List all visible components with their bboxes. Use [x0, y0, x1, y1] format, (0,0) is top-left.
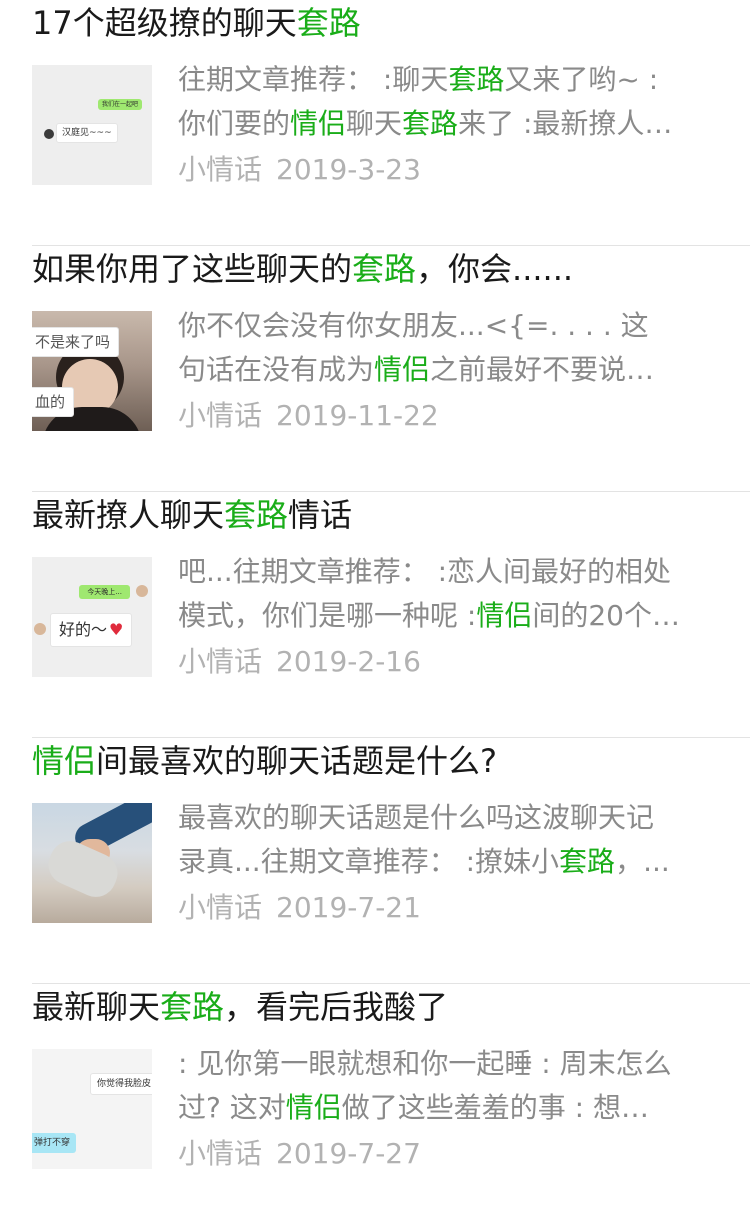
- article-meta: 小情话 2019-7-21: [178, 888, 421, 928]
- avatar-icon: [44, 129, 54, 139]
- article-date: 2019-3-23: [276, 153, 421, 186]
- article-thumbnail[interactable]: 你觉得我脸皮弹打不穿: [32, 1049, 152, 1169]
- white-chat-bubble: 不是来了吗: [32, 327, 120, 357]
- text-segment: 间最喜欢的聊天话题是什么?: [96, 742, 498, 780]
- highlight-keyword: 情侣: [290, 107, 347, 140]
- text-segment: 往期文章推荐： :聊天: [178, 63, 449, 96]
- text-segment: 间的20个…: [532, 599, 680, 632]
- text-segment: 之前最好不要说…: [430, 353, 655, 386]
- description-line: 过? 这对情侣做了这些羞羞的事 : 想…: [178, 1086, 738, 1130]
- article-title[interactable]: 情侣间最喜欢的聊天话题是什么?: [32, 738, 732, 784]
- description-line: 模式，你们是哪一种呢 :情侣间的20个…: [178, 594, 738, 638]
- highlight-keyword: 套路: [402, 107, 459, 140]
- article-title[interactable]: 17个超级撩的聊天套路: [32, 0, 732, 46]
- text-segment: 吧...往期文章推荐： :恋人间最好的相处: [178, 555, 672, 588]
- text-segment: 你不仅会没有你女朋友...<{=. . . . 这: [178, 309, 649, 342]
- text-segment: 情话: [288, 496, 353, 534]
- sleeve-shape: [42, 834, 124, 904]
- article-description: : 见你第一眼就想和你一起睡 : 周末怎么 过? 这对情侣做了这些羞羞的事 : 想…: [178, 1042, 738, 1130]
- white-chat-bubble: 血的: [32, 387, 75, 417]
- avatar-icon: [34, 623, 46, 635]
- text-segment: 最新聊天: [32, 988, 161, 1026]
- description-line: 录真...往期文章推荐： :撩妹小套路，...: [178, 840, 738, 884]
- text-segment: 最新撩人聊天: [32, 496, 225, 534]
- white-chat-bubble: 你觉得我脸皮: [90, 1073, 152, 1095]
- article-thumbnail[interactable]: 我们在一起吧汉庭见~~~: [32, 65, 152, 185]
- text-segment: 录真...往期文章推荐： :撩妹小: [178, 845, 560, 878]
- article-item[interactable]: 如果你用了这些聊天的套路，你会...... 不是来了吗 血的 你不仅会没有你女朋友..…: [32, 246, 750, 492]
- highlight-keyword: 套路: [224, 496, 289, 534]
- article-description: 往期文章推荐： :聊天套路又来了哟~ : 你们要的情侣聊天套路来了 :最新撩人…: [178, 58, 738, 146]
- bubble-text: 好的～: [59, 620, 108, 639]
- highlight-keyword: 情侣: [374, 353, 431, 386]
- text-segment: 句话在没有成为: [178, 353, 375, 386]
- text-segment: 过? 这对: [178, 1091, 286, 1124]
- highlight-keyword: 套路: [296, 4, 361, 42]
- text-segment: : 见你第一眼就想和你一起睡 : 周末怎么: [178, 1047, 672, 1080]
- text-segment: ，...: [615, 845, 670, 878]
- description-line: 吧...往期文章推荐： :恋人间最好的相处: [178, 550, 738, 594]
- highlight-keyword: 套路: [160, 988, 225, 1026]
- article-title[interactable]: 最新聊天套路，看完后我酸了: [32, 984, 732, 1030]
- article-source: 小情话: [178, 891, 263, 924]
- article-meta: 小情话 2019-2-16: [178, 642, 421, 682]
- article-thumbnail[interactable]: 不是来了吗 血的: [32, 311, 152, 431]
- article-title[interactable]: 如果你用了这些聊天的套路，你会......: [32, 246, 732, 292]
- avatar-icon: [136, 585, 148, 597]
- highlight-keyword: 情侣: [285, 1091, 342, 1124]
- article-source: 小情话: [178, 153, 263, 186]
- article-description: 吧...往期文章推荐： :恋人间最好的相处 模式，你们是哪一种呢 :情侣间的20个…: [178, 550, 738, 638]
- highlight-keyword: 套路: [448, 63, 505, 96]
- article-item[interactable]: 最新聊天套路，看完后我酸了你觉得我脸皮弹打不穿 : 见你第一眼就想和你一起睡 : …: [32, 984, 750, 1230]
- green-chat-bubble: 今天晚上...: [79, 585, 130, 599]
- highlight-keyword: 套路: [559, 845, 616, 878]
- text-segment: 你们要的: [178, 107, 291, 140]
- description-line: 句话在没有成为情侣之前最好不要说…: [178, 348, 738, 392]
- article-source: 小情话: [178, 1137, 263, 1170]
- article-thumbnail[interactable]: [32, 803, 152, 923]
- article-date: 2019-11-22: [276, 399, 439, 432]
- article-date: 2019-7-21: [276, 891, 421, 924]
- description-line: : 见你第一眼就想和你一起睡 : 周末怎么: [178, 1042, 738, 1086]
- article-title[interactable]: 最新撩人聊天套路情话: [32, 492, 732, 538]
- text-segment: 又来了哟~ :: [504, 63, 659, 96]
- highlight-keyword: 情侣: [32, 742, 97, 780]
- article-item[interactable]: 17个超级撩的聊天套路 我们在一起吧 汉庭见~~~ 往期文章推荐： :聊天套路又来了哟…: [32, 0, 750, 246]
- white-chat-bubble: 好的～ ♥: [50, 613, 133, 647]
- article-thumbnail[interactable]: 今天晚上... 好的～ ♥: [32, 557, 152, 677]
- description-line: 往期文章推荐： :聊天套路又来了哟~ :: [178, 58, 738, 102]
- text-segment: ，看完后我酸了: [224, 988, 449, 1026]
- article-meta: 小情话 2019-3-23: [178, 150, 421, 190]
- text-segment: 如果你用了这些聊天的: [32, 250, 353, 288]
- text-segment: 聊天: [346, 107, 403, 140]
- highlight-keyword: 情侣: [476, 599, 533, 632]
- text-segment: 模式，你们是哪一种呢 :: [178, 599, 477, 632]
- text-segment: 17个超级撩的聊天: [32, 4, 297, 42]
- article-description: 最喜欢的聊天话题是什么吗这波聊天记 录真...往期文章推荐： :撩妹小套路，...: [178, 796, 738, 884]
- description-line: 你们要的情侣聊天套路来了 :最新撩人…: [178, 102, 738, 146]
- text-segment: 做了这些羞羞的事 : 想…: [341, 1091, 650, 1124]
- article-source: 小情话: [178, 645, 263, 678]
- highlight-keyword: 套路: [352, 250, 417, 288]
- text-segment: 来了 :最新撩人…: [458, 107, 673, 140]
- description-line: 你不仅会没有你女朋友...<{=. . . . 这: [178, 304, 738, 348]
- article-item[interactable]: 最新撩人聊天套路情话今天晚上... 好的～ ♥ 吧...往期文章推荐： :恋人间最好的…: [32, 492, 750, 738]
- search-result-list: 17个超级撩的聊天套路 我们在一起吧 汉庭见~~~ 往期文章推荐： :聊天套路又来了哟…: [0, 0, 750, 1230]
- text-segment: ，你会......: [416, 250, 574, 288]
- description-line: 最喜欢的聊天话题是什么吗这波聊天记: [178, 796, 738, 840]
- article-source: 小情话: [178, 399, 263, 432]
- heart-icon: ♥: [109, 620, 124, 639]
- article-meta: 小情话 2019-11-22: [178, 396, 439, 436]
- green-chat-bubble: 我们在一起吧: [97, 99, 142, 110]
- blue-chat-bubble: 弹打不穿: [32, 1133, 77, 1153]
- white-chat-bubble: 汉庭见~~~: [56, 123, 118, 143]
- article-date: 2019-2-16: [276, 645, 421, 678]
- text-segment: 最喜欢的聊天话题是什么吗这波聊天记: [178, 801, 655, 834]
- article-description: 你不仅会没有你女朋友...<{=. . . . 这句话在没有成为情侣之前最好不要…: [178, 304, 738, 392]
- article-meta: 小情话 2019-7-27: [178, 1134, 421, 1174]
- article-item[interactable]: 情侣间最喜欢的聊天话题是什么? 最喜欢的聊天话题是什么吗这波聊天记 录真...往期文…: [32, 738, 750, 984]
- article-date: 2019-7-27: [276, 1137, 421, 1170]
